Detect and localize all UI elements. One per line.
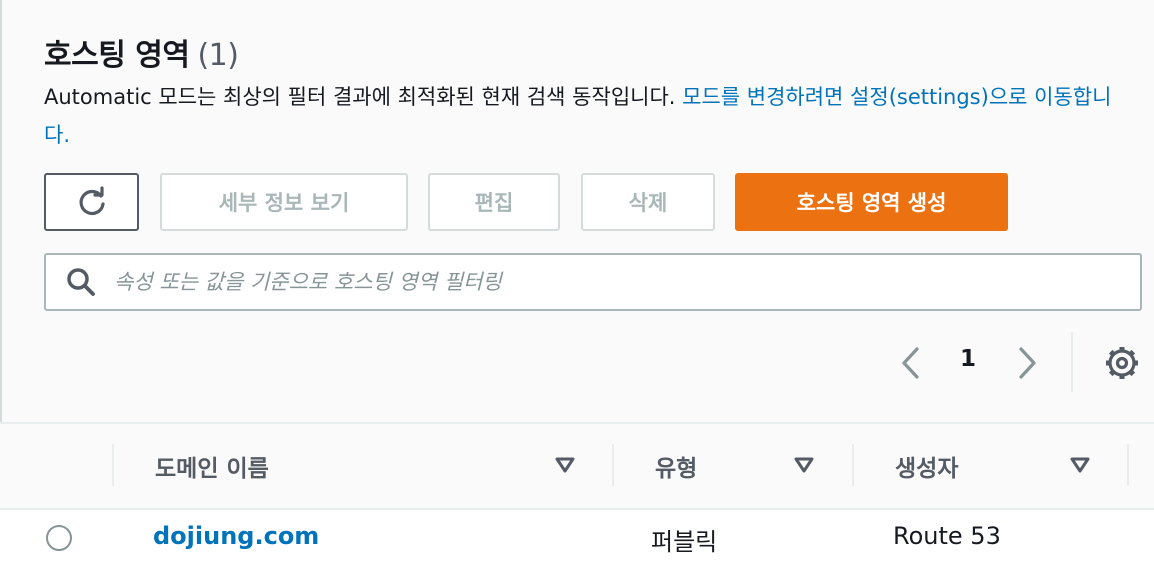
row-select-radio[interactable] bbox=[46, 525, 72, 551]
chevron-right-icon[interactable] bbox=[1015, 343, 1041, 383]
refresh-icon bbox=[79, 186, 105, 216]
column-header-type[interactable]: 유형 bbox=[655, 424, 697, 508]
column-separator bbox=[112, 444, 114, 486]
current-page-number[interactable]: 1 bbox=[960, 346, 976, 372]
refresh-button[interactable] bbox=[44, 173, 139, 231]
filter-search-input[interactable] bbox=[112, 269, 1116, 295]
search-mode-description: Automatic 모드는 최상의 필터 결과에 최적화된 현재 검색 동작입니… bbox=[44, 78, 1134, 154]
created-by-cell: Route 53 bbox=[893, 522, 1001, 550]
domain-name-link[interactable]: dojiung.com bbox=[153, 522, 319, 550]
sort-icon[interactable] bbox=[554, 454, 576, 476]
sort-icon[interactable] bbox=[793, 454, 815, 476]
table-row[interactable]: dojiung.com 퍼블릭 Route 53 bbox=[0, 510, 1154, 570]
table-header: 도메인 이름 유형 생성자 bbox=[0, 424, 1154, 508]
column-separator bbox=[1127, 444, 1129, 486]
zone-type-cell: 퍼블릭 bbox=[651, 528, 718, 556]
gear-icon[interactable] bbox=[1103, 344, 1141, 382]
search-icon bbox=[67, 268, 95, 296]
column-separator bbox=[852, 444, 854, 486]
column-separator bbox=[612, 444, 614, 486]
delete-button[interactable]: 삭제 bbox=[581, 173, 715, 231]
column-header-domain-name[interactable]: 도메인 이름 bbox=[155, 424, 269, 508]
hosted-zone-count: (1) bbox=[197, 38, 239, 73]
edit-button[interactable]: 편집 bbox=[428, 173, 560, 231]
sort-icon[interactable] bbox=[1069, 454, 1091, 476]
view-details-button[interactable]: 세부 정보 보기 bbox=[160, 173, 408, 231]
chevron-left-icon[interactable] bbox=[897, 343, 923, 383]
create-hosted-zone-button[interactable]: 호스팅 영역 생성 bbox=[735, 173, 1008, 231]
page-title: 호스팅 영역 (1) bbox=[44, 30, 239, 74]
description-text: Automatic 모드는 최상의 필터 결과에 최적화된 현재 검색 동작입니… bbox=[44, 85, 683, 109]
pagination-divider bbox=[1071, 332, 1073, 392]
page-title-text: 호스팅 영역 bbox=[44, 38, 190, 73]
filter-search-box[interactable] bbox=[44, 253, 1142, 311]
column-header-created-by[interactable]: 생성자 bbox=[895, 424, 958, 508]
